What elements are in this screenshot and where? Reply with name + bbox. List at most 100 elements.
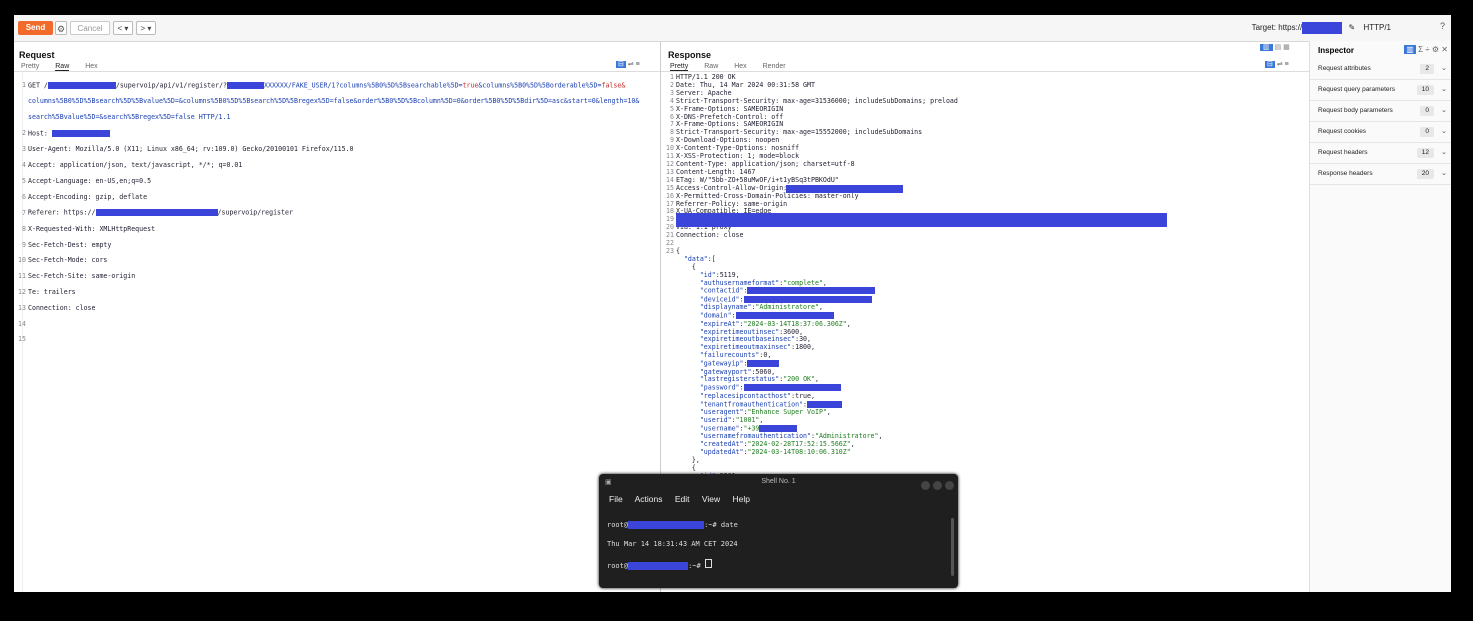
inspector-row-label: Response headers: [1318, 170, 1373, 177]
previous-button[interactable]: < ▾: [113, 21, 133, 35]
layout-tabs-icon[interactable]: ▦: [1283, 44, 1290, 51]
cancel-button[interactable]: Cancel: [70, 21, 110, 35]
request-line: 9 Sec-Fetch-Dest: empty: [22, 240, 112, 249]
redaction-box: [227, 81, 265, 89]
response-divider: [661, 71, 1309, 72]
json-line: "updatedAt":"2024-03-14T08:10:06.310Z": [699, 448, 851, 457]
redaction-box: [743, 384, 841, 392]
response-editor[interactable]: 1 HTTP/1.1 200 OK 2 Date: Thu, 14 Mar 2024 …: [664, 73, 958, 481]
redaction-box: [628, 520, 705, 529]
target-label: Target: https://: [1251, 23, 1303, 33]
menu-edit[interactable]: Edit: [675, 494, 690, 504]
request-line: search%5Bvalue%5D=&search%5Bregex%5D=fal…: [28, 113, 231, 122]
redaction-box: [743, 295, 872, 303]
request-line: 7 Referer: https:///supervoip/register: [22, 208, 293, 217]
menu-view[interactable]: View: [702, 494, 720, 504]
redaction-box: [676, 213, 1167, 227]
inspector-row[interactable]: Request query parameters 10 ⌄: [1310, 80, 1451, 101]
minimize-button[interactable]: [921, 481, 930, 490]
inspector-row-count: 12: [1416, 148, 1434, 158]
inspector-row[interactable]: Request headers 12 ⌄: [1310, 143, 1451, 164]
menu-icon[interactable]: ≡: [1285, 61, 1289, 68]
sort-icon[interactable]: Σ: [1418, 45, 1423, 54]
response-view-icons[interactable]: ⊟ ⇌ ≡: [1265, 60, 1289, 68]
redaction-box: [1302, 22, 1343, 34]
inspector-row[interactable]: Request attributes 2 ⌄: [1310, 59, 1451, 80]
menu-help[interactable]: Help: [733, 494, 750, 504]
inspector-row-label: Request headers: [1318, 149, 1368, 156]
menu-file[interactable]: File: [609, 494, 623, 504]
inspector-row-count: 0: [1420, 106, 1434, 116]
menu-icon[interactable]: ≡: [636, 61, 640, 68]
chevron-down-icon[interactable]: ⌄: [1441, 106, 1447, 114]
burp-window: Send ⚙ Cancel < ▾ > ▾ Target: https:// ✎…: [14, 15, 1451, 592]
protocol-label[interactable]: HTTP/1: [1363, 23, 1391, 32]
inspector-row[interactable]: Request body parameters 0 ⌄: [1310, 101, 1451, 122]
gear-icon[interactable]: ⚙: [1432, 45, 1439, 54]
redaction-box: [759, 424, 798, 432]
request-line: 3 User-Agent: Mozilla/5.0 (X11; Linux x86…: [22, 145, 354, 154]
inspector-row-count: 10: [1416, 85, 1434, 95]
chevron-down-icon[interactable]: ⌄: [1441, 127, 1447, 135]
chevron-down-icon[interactable]: ⌄: [1441, 85, 1447, 93]
tab-hex[interactable]: Hex: [734, 63, 746, 70]
terminal-line: root@:~# date: [607, 520, 738, 529]
tab-raw[interactable]: Raw: [704, 63, 718, 70]
terminal-line: Thu Mar 14 18:31:43 AM CET 2024: [607, 539, 738, 548]
response-line: 21 Connection: close: [666, 231, 744, 240]
redaction-box: [628, 561, 689, 570]
tab-pretty[interactable]: Pretty: [21, 63, 39, 70]
tab-raw[interactable]: Raw: [55, 63, 70, 71]
close-icon[interactable]: ✕: [1441, 45, 1448, 54]
wrap-icon[interactable]: ⊟: [1265, 61, 1275, 68]
gear-icon[interactable]: ⚙: [55, 21, 67, 35]
newline-icon[interactable]: ⇌: [628, 61, 634, 68]
inspector-row[interactable]: Response headers 20 ⌄: [1310, 164, 1451, 185]
request-line: 14: [18, 319, 26, 328]
wrap-icon[interactable]: ⊟: [616, 61, 626, 68]
inspector-row[interactable]: Request cookies 0 ⌄: [1310, 122, 1451, 143]
request-line: 10 Sec-Fetch-Mode: cors: [18, 256, 108, 265]
help-icon[interactable]: ?: [1440, 21, 1445, 31]
terminal-scrollbar[interactable]: [951, 518, 954, 576]
terminal-title: Shell No. 1: [761, 478, 796, 485]
redaction-box: [51, 129, 110, 137]
window-controls[interactable]: [918, 477, 954, 495]
request-line: 12 Te: trailers: [18, 287, 76, 296]
terminal-output[interactable]: root@:~# date Thu Mar 14 18:31:43 AM CET…: [607, 511, 738, 590]
layout-split-icon[interactable]: ▥: [1260, 44, 1273, 51]
edit-icon[interactable]: ✎: [1349, 23, 1356, 32]
request-line: 6 Accept-Encoding: gzip, deflate: [22, 192, 148, 201]
maximize-button[interactable]: [933, 481, 942, 490]
layout-toggle[interactable]: ▥ ▤ ▦: [1260, 43, 1290, 51]
request-line: 5 Accept-Language: en-US,en;q=0.5: [22, 176, 152, 185]
target-display[interactable]: Target: https:// ✎ HTTP/1: [1252, 22, 1391, 34]
menu-actions[interactable]: Actions: [635, 494, 663, 504]
tab-hex[interactable]: Hex: [85, 63, 97, 70]
redaction-box: [95, 209, 218, 217]
next-button[interactable]: > ▾: [136, 21, 156, 35]
repeater-toolbar: Send ⚙ Cancel < ▾ > ▾ Target: https:// ✎…: [14, 15, 1451, 42]
request-editor[interactable]: 1 GET //supervoip/api/v1/register/? XXXXXX…: [16, 74, 639, 360]
redaction-box: [807, 400, 843, 408]
send-button[interactable]: Send: [18, 21, 53, 35]
layout-horizontal-icon[interactable]: ▤: [1275, 44, 1282, 51]
request-view-icons[interactable]: ⊟ ⇌ ≡: [616, 60, 640, 68]
request-line: 11 Sec-Fetch-Site: same-origin: [18, 272, 136, 281]
tab-pretty[interactable]: Pretty: [670, 63, 689, 71]
newline-icon[interactable]: ⇌: [1277, 61, 1283, 68]
request-line: 4 Accept: application/json, text/javascri…: [22, 160, 243, 169]
request-line: 13 Connection: close: [18, 303, 96, 312]
inspector-row-label: Request body parameters: [1318, 107, 1393, 114]
inspector-layout-icon[interactable]: ▥: [1404, 45, 1416, 54]
chevron-down-icon[interactable]: ⌄: [1441, 169, 1447, 177]
chevron-down-icon[interactable]: ⌄: [1441, 64, 1447, 72]
inspector-row-label: Request attributes: [1318, 65, 1371, 72]
inspector-controls[interactable]: ▥ Σ ÷ ⚙ ✕: [1404, 45, 1448, 54]
close-button[interactable]: [945, 481, 954, 490]
chevron-down-icon[interactable]: ⌄: [1441, 148, 1447, 156]
tab-render[interactable]: Render: [763, 63, 786, 70]
request-line: columns%5B0%5D%5Bsearch%5D%5Bvalue%5D=&c…: [28, 97, 640, 106]
terminal-window[interactable]: ▣ Shell No. 1 File Actions Edit View Hel…: [599, 474, 958, 588]
split-icon[interactable]: ÷: [1425, 45, 1429, 54]
